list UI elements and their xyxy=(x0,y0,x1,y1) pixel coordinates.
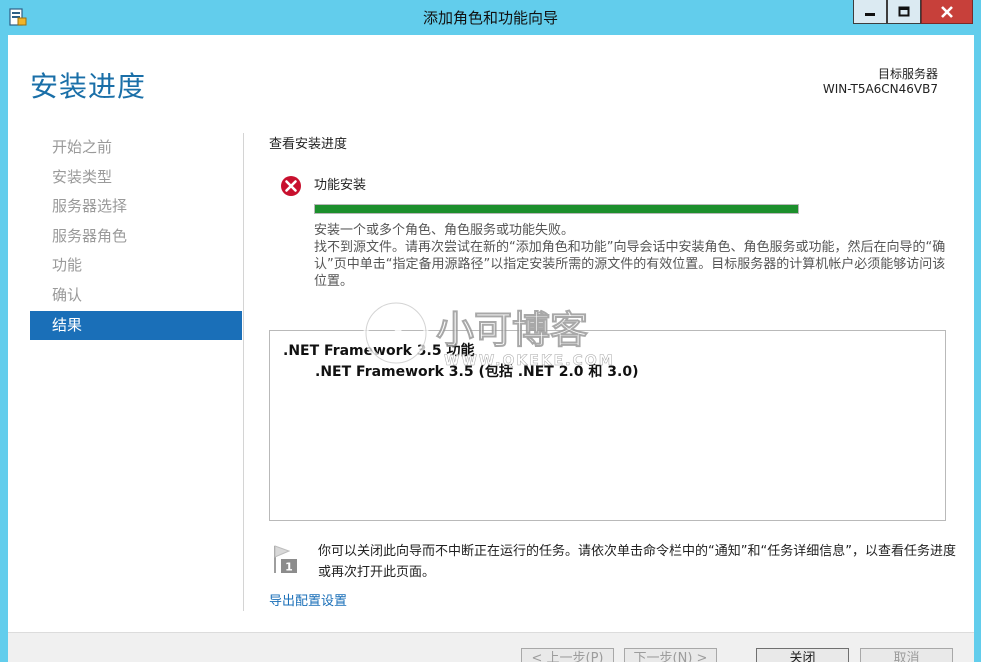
window-title: 添加角色和功能向导 xyxy=(422,9,558,27)
nav-item-server-roles[interactable]: 服务器角色 xyxy=(30,222,242,252)
target-server-name: WIN-T5A6CN46VB7 xyxy=(822,82,938,96)
cancel-button[interactable]: 取消 xyxy=(860,648,953,662)
nav-item-features[interactable]: 功能 xyxy=(30,251,242,281)
nav-item-server-selection[interactable]: 服务器选择 xyxy=(30,192,242,222)
progress-fill xyxy=(315,205,798,213)
install-progress-bar xyxy=(314,204,799,214)
target-server-label: 目标服务器 xyxy=(877,67,938,81)
nav-item-results[interactable]: 结果 xyxy=(30,310,242,341)
close-icon xyxy=(941,5,953,18)
status-line-1: 安装一个或多个角色、角色服务或功能失败。 xyxy=(314,223,575,238)
maximize-button[interactable] xyxy=(887,0,921,24)
minimize-icon xyxy=(865,12,875,16)
results-box[interactable]: .NET Framework 3.5 功能 .NET Framework 3.5… xyxy=(269,300,946,521)
install-status-message: 安装一个或多个角色、角色服务或功能失败。 找不到源文件。请再次尝试在新的“添加角… xyxy=(314,222,954,290)
flag-notification-icon: 1 xyxy=(274,545,297,574)
next-button[interactable]: 下一步(N) > xyxy=(624,648,717,662)
close-wizard-button[interactable]: 关闭 xyxy=(756,648,849,662)
nav-divider xyxy=(243,133,244,611)
error-icon xyxy=(281,176,301,196)
minimize-button[interactable] xyxy=(853,0,887,24)
watermark-logo: 小可博客 WWW.QKEKE.COM xyxy=(363,300,615,369)
wizard-footer: < 上一步(P) 下一步(N) > 关闭 取消 xyxy=(8,632,974,662)
wizard-nav: 开始之前 安装类型 服务器选择 服务器角色 功能 确认 结果 xyxy=(30,133,242,341)
wizard-window: 添加角色和功能向导 安装进度 目标服务器 WIN-T5A6CN46VB7 开始之… xyxy=(0,0,981,662)
wizard-client-area: 安装进度 目标服务器 WIN-T5A6CN46VB7 开始之前 安装类型 服务器… xyxy=(8,35,974,662)
maximize-icon xyxy=(898,6,910,17)
close-button[interactable] xyxy=(921,0,973,24)
feature-install-label: 功能安装 xyxy=(314,178,367,193)
svg-text:1: 1 xyxy=(285,561,293,574)
section-heading: 查看安装进度 xyxy=(269,137,348,152)
title-bar[interactable]: 添加角色和功能向导 xyxy=(0,0,981,35)
close-wizard-note: 你可以关闭此向导而不中断正在运行的任务。请依次单击命令栏中的“通知”和“任务详细… xyxy=(318,544,956,580)
watermark-url: WWW.QKEKE.COM xyxy=(444,353,615,369)
previous-button[interactable]: < 上一步(P) xyxy=(521,648,614,662)
watermark-name: 小可博客 xyxy=(436,308,588,352)
nav-item-installation-type[interactable]: 安装类型 xyxy=(30,163,242,193)
page-title: 安装进度 xyxy=(30,70,147,103)
export-configuration-link[interactable]: 导出配置设置 xyxy=(269,590,347,609)
nav-item-before-you-begin[interactable]: 开始之前 xyxy=(30,133,242,163)
status-line-2: 找不到源文件。请再次尝试在新的“添加角色和功能”向导会话中安装角色、角色服务或功… xyxy=(314,240,946,289)
nav-item-confirmation[interactable]: 确认 xyxy=(30,281,242,311)
